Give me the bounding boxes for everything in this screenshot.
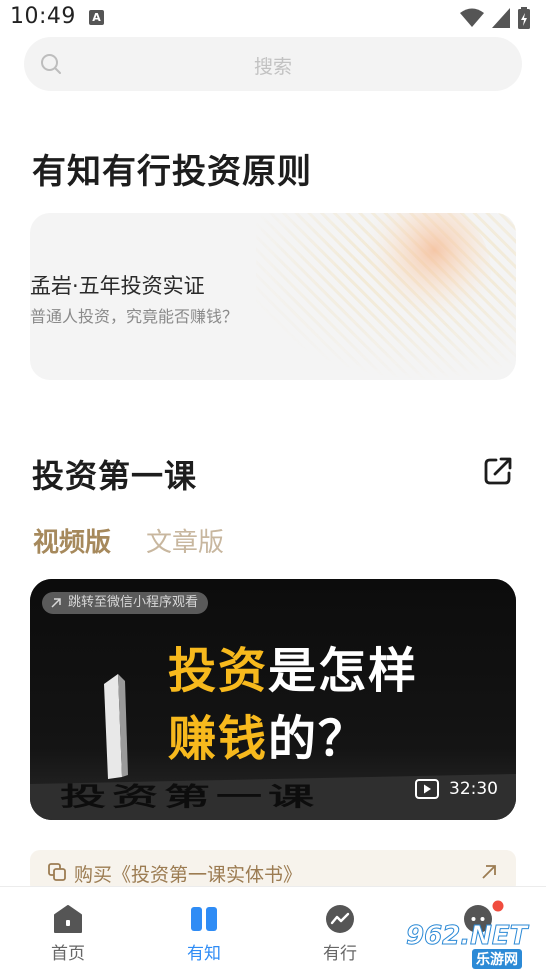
nav-youxing[interactable]: 有行 xyxy=(295,887,385,973)
nav-youxing-label: 有行 xyxy=(323,944,357,964)
copy-icon xyxy=(48,863,66,881)
video-bg-text: 投资第一课 xyxy=(60,781,320,812)
share-icon[interactable] xyxy=(482,455,514,487)
arrow-up-right-icon xyxy=(51,598,61,608)
watermark-brand: 962.NET xyxy=(405,921,528,952)
status-icons xyxy=(460,7,530,29)
book-icon xyxy=(191,907,217,931)
mini-program-label: 跳转至微信小程序观看 xyxy=(68,595,199,610)
notification-dot-icon xyxy=(492,900,504,912)
notification-icon: A xyxy=(89,10,104,25)
card-decoration xyxy=(256,213,516,380)
tab-article[interactable]: 文章版 xyxy=(146,522,224,559)
tab-video[interactable]: 视频版 xyxy=(33,522,111,559)
vertical-bar-icon xyxy=(104,674,128,779)
play-icon xyxy=(415,779,439,799)
signal-icon xyxy=(492,8,510,28)
headline-highlight: 赚钱 xyxy=(168,711,269,767)
video-headline-line2: 赚钱的？ xyxy=(168,699,368,769)
mini-program-tag[interactable]: 跳转至微信小程序观看 xyxy=(42,592,209,614)
video-card[interactable]: 投资第一课 跳转至微信小程序观看 投资是怎样 赚钱的？ 32:30 xyxy=(30,579,516,820)
video-duration: 32:30 xyxy=(415,779,498,799)
card-title: 孟岩·五年投资实证 xyxy=(30,274,205,298)
chart-icon xyxy=(326,905,354,933)
buy-book-label: 购买《投资第一课实体书》 xyxy=(74,864,303,886)
status-bar: 10:49 A xyxy=(0,0,546,36)
nav-home[interactable]: 首页 xyxy=(23,887,113,973)
battery-icon xyxy=(518,7,530,29)
duration-label: 32:30 xyxy=(449,779,498,799)
headline-text: 是怎样 xyxy=(268,643,419,699)
first-lesson-title: 投资第一课 xyxy=(32,457,198,495)
video-headline-line1: 投资是怎样 xyxy=(168,631,418,701)
home-icon xyxy=(54,905,82,933)
status-time: 10:49 xyxy=(10,4,76,29)
headline-highlight: 投资 xyxy=(168,643,269,699)
arrow-up-right-icon xyxy=(482,865,496,879)
nav-youzhi[interactable]: 有知 xyxy=(159,887,249,973)
nav-youzhi-label: 有知 xyxy=(187,944,221,964)
search-placeholder: 搜索 xyxy=(253,56,292,78)
headline-text: 的？ xyxy=(268,711,369,767)
principles-title: 有知有行投资原则 xyxy=(32,152,312,192)
watermark-logo: 962.NET 乐游网 xyxy=(402,919,542,969)
wifi-icon xyxy=(460,8,484,27)
nav-home-label: 首页 xyxy=(51,944,85,964)
watermark-sub: 乐游网 xyxy=(472,949,522,969)
card-subtitle: 普通人投资，究竟能否赚钱？ xyxy=(30,307,239,326)
search-bar[interactable]: 搜索 xyxy=(24,37,522,91)
